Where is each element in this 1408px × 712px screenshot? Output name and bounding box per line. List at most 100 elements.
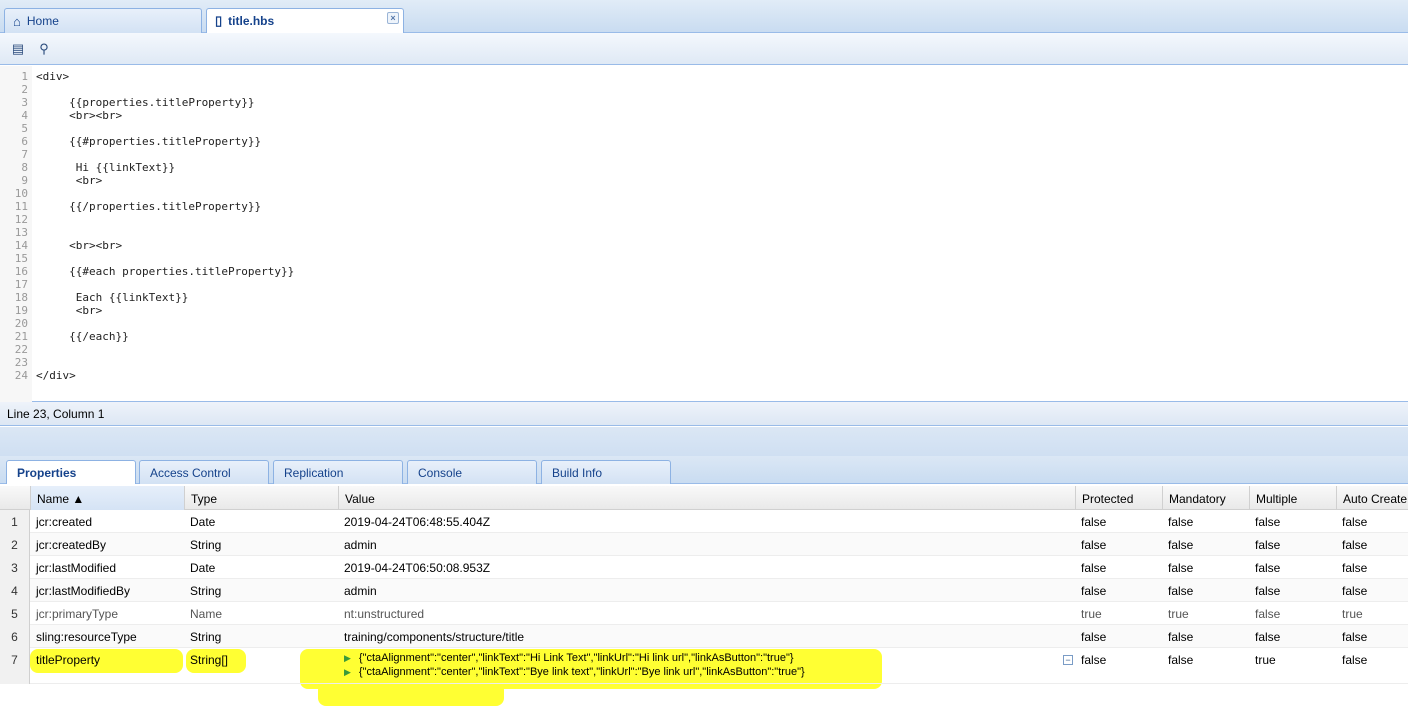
code-line[interactable]: 6 {{#properties.titleProperty}}: [0, 135, 1408, 148]
code-line[interactable]: 1 <div>: [0, 70, 1408, 83]
editor-toolbar: ▤ ⚲: [0, 33, 1408, 65]
property-value: nt:unstructured: [344, 607, 425, 621]
panel-splitter[interactable]: [0, 427, 1408, 457]
code-line[interactable]: 7: [0, 148, 1408, 161]
code-line[interactable]: 16 {{#each properties.titleProperty}}: [0, 265, 1408, 278]
code-line[interactable]: 21 {{/each}}: [0, 330, 1408, 343]
code-text: <br>: [36, 304, 103, 317]
value-item[interactable]: ▶ {"ctaAlignment":"center","linkText":"Hi…: [344, 651, 1069, 665]
line-number: 7: [21, 148, 28, 161]
collapse-icon[interactable]: −: [1063, 655, 1073, 665]
expand-arrow-icon[interactable]: ▶: [344, 653, 351, 663]
line-number: 20: [14, 317, 28, 330]
line-number: 14: [14, 239, 28, 252]
property-value: admin: [344, 538, 377, 552]
tab-build-info[interactable]: Build Info: [541, 460, 671, 484]
line-number: 8: [21, 161, 28, 174]
column-header-auto-create[interactable]: Auto Create: [1336, 486, 1408, 510]
tab-title-hbs[interactable]: ▯ title.hbs ×: [206, 8, 404, 33]
property-auto-create: false: [1342, 584, 1368, 598]
tab-home[interactable]: ⌂ Home: [4, 8, 202, 33]
code-editor[interactable]: 1 <div> 2 3 {{properties.titleProperty}} 4 <…: [0, 66, 1408, 402]
code-line[interactable]: 3 {{properties.titleProperty}}: [0, 96, 1408, 109]
line-number: 16: [14, 265, 28, 278]
code-line[interactable]: 19 <br>: [0, 304, 1408, 317]
save-icon[interactable]: ▤: [9, 41, 27, 57]
column-header-value[interactable]: Value: [338, 486, 1075, 510]
tab-properties[interactable]: Properties: [6, 460, 136, 484]
property-type: String: [190, 630, 222, 644]
column-header-type[interactable]: Type: [184, 486, 338, 510]
code-line[interactable]: 15: [0, 252, 1408, 265]
code-line[interactable]: 22: [0, 343, 1408, 356]
table-row-selected[interactable]: 7 titleProperty String[] ▶ {"ctaAlignment…: [0, 648, 1408, 684]
code-line[interactable]: 9 <br>: [0, 174, 1408, 187]
property-type: Name: [190, 607, 223, 621]
column-header-protected[interactable]: Protected: [1075, 486, 1162, 510]
code-text: Each {{linkText}}: [36, 291, 189, 304]
editor-tab-bar: ⌂ Home ▯ title.hbs ×: [0, 0, 1408, 33]
editor-status-bar: Line 23, Column 1: [0, 402, 1408, 426]
property-auto-create: false: [1342, 538, 1368, 552]
property-name: jcr:createdBy: [36, 538, 107, 552]
find-icon[interactable]: ⚲: [35, 41, 53, 57]
code-line[interactable]: 11 {{/properties.titleProperty}}: [0, 200, 1408, 213]
code-line[interactable]: 24 </div>: [0, 369, 1408, 382]
file-icon: ▯: [215, 13, 223, 28]
line-number: 11: [14, 200, 28, 213]
line-number: 24: [14, 369, 28, 382]
code-line[interactable]: 14 <br><br>: [0, 239, 1408, 252]
row-number: 1: [0, 510, 30, 533]
highlight-marker-value-tail: [318, 682, 504, 706]
property-value-multi: ▶ {"ctaAlignment":"center","linkText":"Hi…: [338, 648, 1075, 684]
property-multiple: false: [1255, 515, 1281, 529]
code-line[interactable]: 2: [0, 83, 1408, 96]
property-value: 2019-04-24T06:48:55.404Z: [344, 515, 491, 529]
table-row[interactable]: 2 jcr:createdBy String admin false false…: [0, 533, 1408, 556]
property-value: 2019-04-24T06:50:08.953Z: [344, 561, 491, 575]
property-protected: false: [1081, 538, 1107, 552]
tab-access-control[interactable]: Access Control: [139, 460, 269, 484]
column-header-mandatory[interactable]: Mandatory: [1162, 486, 1249, 510]
tab-console[interactable]: Console: [407, 460, 537, 484]
table-row[interactable]: 5 jcr:primaryType Name nt:unstructured t…: [0, 602, 1408, 625]
value-item[interactable]: ▶ {"ctaAlignment":"center","linkText":"By…: [344, 665, 1069, 679]
table-row[interactable]: 1 jcr:created Date 2019-04-24T06:48:55.4…: [0, 510, 1408, 533]
code-line[interactable]: 8 Hi {{linkText}}: [0, 161, 1408, 174]
row-number: 2: [0, 533, 30, 556]
code-line[interactable]: 10: [0, 187, 1408, 200]
column-header-name[interactable]: Name ▲: [30, 486, 184, 510]
code-text: {{/each}}: [36, 330, 129, 343]
property-type: String[]: [190, 653, 229, 667]
code-text: {{#properties.titleProperty}}: [36, 135, 262, 148]
code-line[interactable]: 13: [0, 226, 1408, 239]
code-line[interactable]: 12: [0, 213, 1408, 226]
line-number: 22: [14, 343, 28, 356]
line-number: 15: [14, 252, 28, 265]
table-row[interactable]: 3 jcr:lastModified Date 2019-04-24T06:50…: [0, 556, 1408, 579]
bottom-panel-tabs: Properties Access Control Replication Co…: [0, 456, 1408, 484]
property-mandatory: false: [1168, 630, 1194, 644]
tab-replication[interactable]: Replication: [273, 460, 403, 484]
property-protected: false: [1081, 653, 1107, 667]
code-line[interactable]: 17: [0, 278, 1408, 291]
properties-grid: Name ▲ Type Value Protected Mandatory Mu…: [0, 486, 1408, 712]
code-line[interactable]: 20: [0, 317, 1408, 330]
code-text: <br><br>: [36, 109, 123, 122]
line-number: 3: [21, 96, 28, 109]
property-multiple: false: [1255, 561, 1281, 575]
tab-home-label: Home: [26, 14, 59, 28]
property-protected: false: [1081, 561, 1107, 575]
close-icon[interactable]: ×: [387, 12, 399, 24]
property-name: titleProperty: [36, 653, 101, 667]
code-line[interactable]: 5: [0, 122, 1408, 135]
property-mandatory: false: [1168, 653, 1194, 667]
home-icon: ⌂: [13, 13, 21, 29]
code-line[interactable]: 23: [0, 356, 1408, 369]
code-line[interactable]: 4 <br><br>: [0, 109, 1408, 122]
table-row[interactable]: 6 sling:resourceType String training/com…: [0, 625, 1408, 648]
table-row[interactable]: 4 jcr:lastModifiedBy String admin false …: [0, 579, 1408, 602]
code-line[interactable]: 18 Each {{linkText}}: [0, 291, 1408, 304]
column-header-multiple[interactable]: Multiple: [1249, 486, 1336, 510]
expand-arrow-icon[interactable]: ▶: [344, 667, 351, 677]
